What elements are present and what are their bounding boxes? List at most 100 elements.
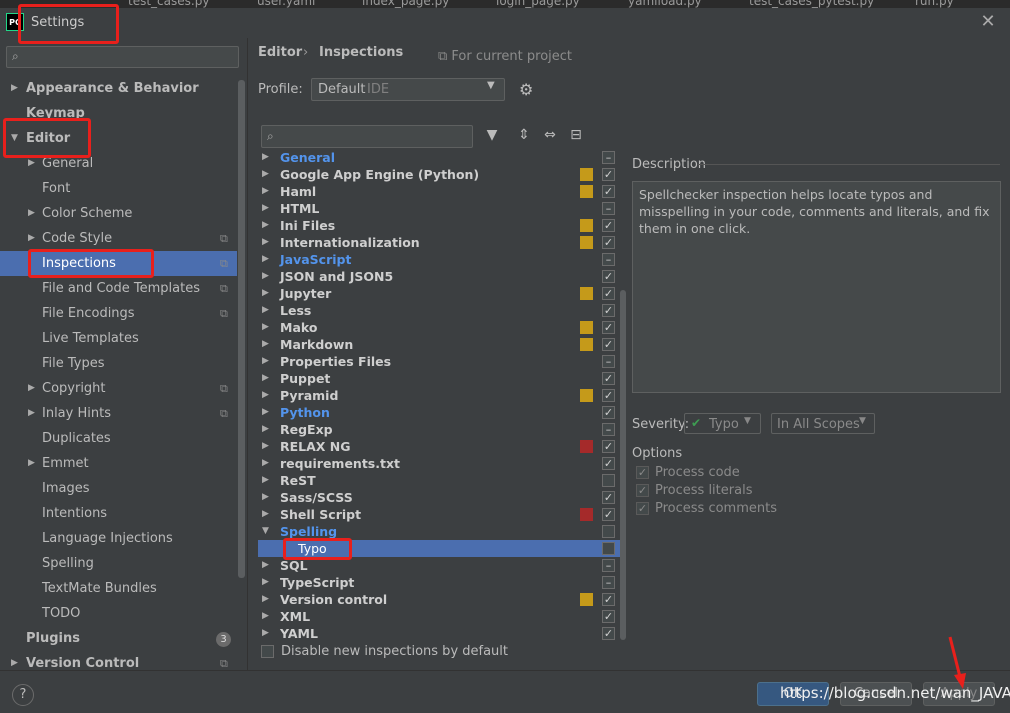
- chevron-right-icon[interactable]: ▶: [28, 208, 35, 218]
- gear-icon[interactable]: ⚙: [519, 80, 533, 99]
- inspection-row[interactable]: ▶ HTML –: [258, 200, 620, 217]
- inspection-row[interactable]: ▶ requirements.txt ✓: [258, 455, 620, 472]
- chevron-right-icon[interactable]: ▶: [262, 353, 269, 370]
- inspection-enabled-checkbox[interactable]: ✓: [602, 440, 615, 453]
- inspection-row[interactable]: ▶ XML ✓: [258, 608, 620, 625]
- inspection-row[interactable]: ▶ YAML ✓: [258, 625, 620, 642]
- editor-tab[interactable]: test_cases_pytest.py: [749, 0, 874, 8]
- editor-tab[interactable]: user.yaml: [257, 0, 315, 8]
- inspection-enabled-checkbox[interactable]: [602, 542, 615, 555]
- inspection-row[interactable]: ▶ General –: [258, 150, 620, 166]
- inspection-enabled-checkbox[interactable]: –: [602, 202, 615, 215]
- chevron-right-icon[interactable]: ▶: [262, 421, 269, 438]
- breadcrumb-editor[interactable]: Editor: [258, 45, 302, 60]
- inspection-enabled-checkbox[interactable]: ✓: [602, 372, 615, 385]
- inspection-row[interactable]: ▶ Mako ✓: [258, 319, 620, 336]
- chevron-right-icon[interactable]: ▶: [28, 383, 35, 393]
- inspection-enabled-checkbox[interactable]: ✓: [602, 491, 615, 504]
- reset-icon[interactable]: ⊟: [567, 127, 585, 143]
- inspection-enabled-checkbox[interactable]: –: [602, 355, 615, 368]
- inspection-enabled-checkbox[interactable]: –: [602, 151, 615, 164]
- inspection-row[interactable]: ▶ TypeScript –: [258, 574, 620, 591]
- inspection-enabled-checkbox[interactable]: –: [602, 253, 615, 266]
- sidebar-item-intentions[interactable]: Intentions: [42, 501, 107, 526]
- inspection-enabled-checkbox[interactable]: ✓: [602, 508, 615, 521]
- chevron-right-icon[interactable]: ▶: [28, 408, 35, 418]
- inspection-enabled-checkbox[interactable]: ✓: [602, 627, 615, 640]
- sidebar-item-textmate-bundles[interactable]: TextMate Bundles: [42, 576, 157, 601]
- chevron-right-icon[interactable]: ▶: [262, 387, 269, 404]
- sidebar-item-live-templates[interactable]: Live Templates: [42, 326, 139, 351]
- sidebar-item-code-style[interactable]: Code Style: [42, 226, 112, 251]
- inspection-enabled-checkbox[interactable]: ✓: [602, 338, 615, 351]
- inspection-row[interactable]: ▶ ReST: [258, 472, 620, 489]
- inspection-list-scrollbar[interactable]: [620, 290, 626, 640]
- sidebar-item-plugins[interactable]: Plugins: [26, 626, 80, 651]
- sidebar-item-images[interactable]: Images: [42, 476, 90, 501]
- chevron-right-icon[interactable]: ▶: [262, 336, 269, 353]
- inspection-enabled-checkbox[interactable]: ✓: [602, 610, 615, 623]
- chevron-right-icon[interactable]: ▶: [262, 302, 269, 319]
- chevron-right-icon[interactable]: ▶: [262, 285, 269, 302]
- disable-new-inspections-checkbox[interactable]: [261, 645, 274, 658]
- expand-all-icon[interactable]: ⇕: [515, 127, 533, 143]
- chevron-right-icon[interactable]: ▶: [11, 83, 18, 93]
- inspection-enabled-checkbox[interactable]: [602, 474, 615, 487]
- inspection-enabled-checkbox[interactable]: ✓: [602, 219, 615, 232]
- sidebar-item-file-encodings[interactable]: File Encodings: [42, 301, 135, 326]
- inspection-enabled-checkbox[interactable]: ✓: [602, 168, 615, 181]
- inspection-row[interactable]: ▶ Internationalization ✓: [258, 234, 620, 251]
- chevron-right-icon[interactable]: ▶: [262, 234, 269, 251]
- inspection-row[interactable]: ▶ Google App Engine (Python) ✓: [258, 166, 620, 183]
- inspection-row[interactable]: ▶ Sass/SCSS ✓: [258, 489, 620, 506]
- inspection-enabled-checkbox[interactable]: ✓: [602, 270, 615, 283]
- sidebar-item-duplicates[interactable]: Duplicates: [42, 426, 111, 451]
- sidebar-item-appearance-behavior[interactable]: Appearance & Behavior: [26, 76, 199, 101]
- inspection-enabled-checkbox[interactable]: ✓: [602, 304, 615, 317]
- inspection-enabled-checkbox[interactable]: ✓: [602, 389, 615, 402]
- chevron-right-icon[interactable]: ▶: [262, 506, 269, 523]
- sidebar-item-file-and-code-templates[interactable]: File and Code Templates: [42, 276, 200, 301]
- chevron-down-icon[interactable]: ▼: [262, 523, 269, 540]
- option-checkbox[interactable]: ✓: [636, 466, 649, 479]
- inspection-row[interactable]: ▶ Shell Script ✓: [258, 506, 620, 523]
- chevron-right-icon[interactable]: ▶: [262, 370, 269, 387]
- sidebar-item-color-scheme[interactable]: Color Scheme: [42, 201, 132, 226]
- editor-tab[interactable]: login_page.py: [496, 0, 580, 8]
- inspection-enabled-checkbox[interactable]: ✓: [602, 287, 615, 300]
- inspection-enabled-checkbox[interactable]: ✓: [602, 236, 615, 249]
- chevron-right-icon[interactable]: ▶: [262, 489, 269, 506]
- help-button[interactable]: ?: [12, 684, 34, 706]
- close-button[interactable]: ✕: [978, 12, 998, 32]
- inspection-row[interactable]: ▶ Version control ✓: [258, 591, 620, 608]
- inspection-enabled-checkbox[interactable]: ✓: [602, 457, 615, 470]
- editor-tab[interactable]: index_page.py: [362, 0, 449, 8]
- sidebar-item-todo[interactable]: TODO: [42, 601, 80, 626]
- chevron-right-icon[interactable]: ▶: [262, 217, 269, 234]
- option-checkbox[interactable]: ✓: [636, 484, 649, 497]
- chevron-right-icon[interactable]: ▶: [262, 404, 269, 421]
- settings-search-input[interactable]: ⌕: [6, 46, 239, 68]
- inspection-enabled-checkbox[interactable]: ✓: [602, 321, 615, 334]
- inspection-row[interactable]: ▶ Less ✓: [258, 302, 620, 319]
- sidebar-item-inlay-hints[interactable]: Inlay Hints: [42, 401, 111, 426]
- chevron-right-icon[interactable]: ▶: [262, 625, 269, 642]
- inspection-enabled-checkbox[interactable]: ✓: [602, 185, 615, 198]
- option-checkbox[interactable]: ✓: [636, 502, 649, 515]
- collapse-all-icon[interactable]: ⇔: [541, 127, 559, 143]
- chevron-right-icon[interactable]: ▶: [262, 472, 269, 489]
- chevron-right-icon[interactable]: ▶: [28, 458, 35, 468]
- sidebar-scrollbar[interactable]: [238, 80, 245, 578]
- chevron-right-icon[interactable]: ▶: [262, 150, 269, 166]
- inspection-row[interactable]: ▶ JavaScript –: [258, 251, 620, 268]
- inspection-row[interactable]: ▶ Markdown ✓: [258, 336, 620, 353]
- inspection-row[interactable]: ▶ Properties Files –: [258, 353, 620, 370]
- filter-icon[interactable]: ▼: [483, 127, 501, 143]
- sidebar-item-file-types[interactable]: File Types: [42, 351, 105, 376]
- inspection-row[interactable]: ▶ Jupyter ✓: [258, 285, 620, 302]
- chevron-right-icon[interactable]: ▶: [262, 438, 269, 455]
- chevron-right-icon[interactable]: ▶: [262, 608, 269, 625]
- inspection-enabled-checkbox[interactable]: –: [602, 423, 615, 436]
- inspection-row[interactable]: ▶ Ini Files ✓: [258, 217, 620, 234]
- chevron-right-icon[interactable]: ▶: [11, 658, 18, 668]
